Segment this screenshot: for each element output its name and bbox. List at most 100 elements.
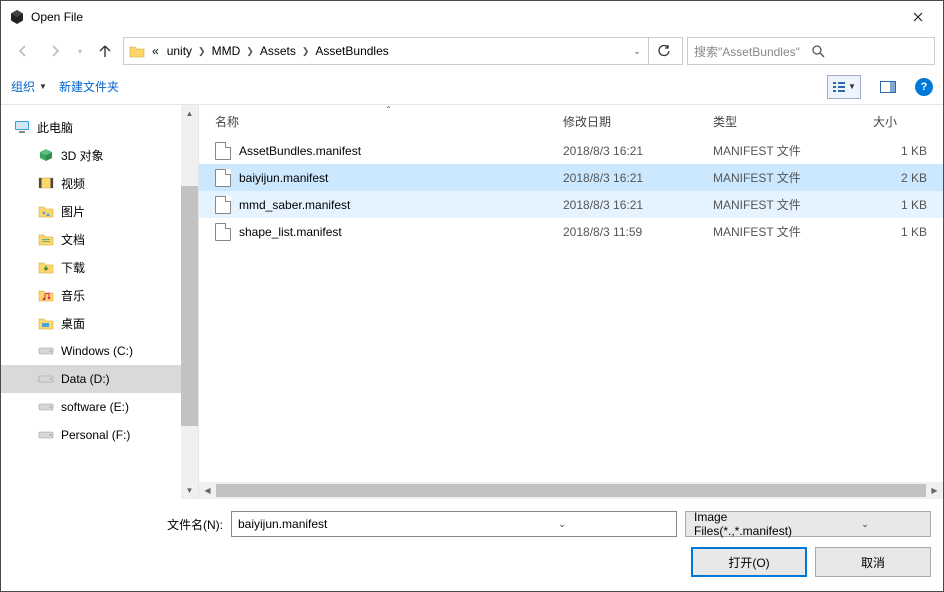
scroll-up[interactable]: ▲: [181, 105, 198, 122]
sidebar-item-label: 音乐: [61, 287, 85, 304]
scroll-right[interactable]: ▶: [926, 482, 943, 499]
folder-tree: 此电脑 3D 对象视频图片文档下载音乐桌面 Windows (C:) Data (D…: [1, 105, 181, 499]
downloads-icon: [37, 258, 55, 276]
scroll-left[interactable]: ◀: [199, 482, 216, 499]
sidebar-item-5[interactable]: 音乐: [1, 281, 181, 309]
chevron-right-icon: ❯: [196, 46, 208, 57]
file-icon: [215, 196, 231, 214]
path-dropdown[interactable]: ⌄: [628, 42, 646, 60]
close-button[interactable]: [895, 2, 941, 32]
pc-icon: [13, 118, 31, 136]
breadcrumb[interactable]: « unity ❯ MMD ❯ Assets ❯ AssetBundles ⌄: [123, 37, 683, 65]
up-button[interactable]: [91, 37, 119, 65]
toolbar: 组织▼ 新建文件夹 ▼ ?: [1, 69, 943, 105]
search-input[interactable]: 搜索"AssetBundles": [687, 37, 935, 65]
forward-button[interactable]: [41, 37, 69, 65]
hscroll-thumb[interactable]: [216, 484, 926, 497]
view-mode-button[interactable]: ▼: [827, 75, 861, 99]
recent-dropdown[interactable]: ▾: [73, 37, 87, 65]
file-size: 1 KB: [873, 144, 943, 158]
col-size[interactable]: 大小: [873, 105, 943, 137]
file-size: 2 KB: [873, 171, 943, 185]
file-date: 2018/8/3 16:21: [563, 198, 713, 212]
cancel-button[interactable]: 取消: [815, 547, 931, 577]
sidebar-item-6[interactable]: 桌面: [1, 309, 181, 337]
open-button[interactable]: 打开(O): [691, 547, 807, 577]
drive-icon: [37, 370, 55, 388]
drive-icon: [37, 398, 55, 416]
scroll-down[interactable]: ▼: [181, 482, 198, 499]
preview-icon: [880, 81, 896, 93]
file-type: MANIFEST 文件: [713, 169, 873, 186]
back-button[interactable]: [9, 37, 37, 65]
file-date: 2018/8/3 11:59: [563, 225, 713, 239]
file-row[interactable]: shape_list.manifest2018/8/3 11:59MANIFES…: [199, 218, 943, 245]
sidebar-scrollbar[interactable]: ▲ ▼: [181, 105, 198, 499]
file-row[interactable]: mmd_saber.manifest2018/8/3 16:21MANIFEST…: [199, 191, 943, 218]
file-hscrollbar[interactable]: ◀ ▶: [199, 482, 943, 499]
organize-button[interactable]: 组织▼: [11, 78, 47, 95]
sidebar-item-2[interactable]: 图片: [1, 197, 181, 225]
drive-icon: [37, 342, 55, 360]
filename-label: 文件名(N):: [13, 516, 223, 533]
file-icon: [215, 169, 231, 187]
file-name: baiyijun.manifest: [239, 171, 328, 185]
crumb-prefix[interactable]: «: [148, 38, 163, 64]
sidebar-item-label: 视频: [61, 175, 85, 192]
file-row[interactable]: AssetBundles.manifest2018/8/3 16:21MANIF…: [199, 137, 943, 164]
list-icon: [832, 81, 846, 93]
dialog-footer: 文件名(N): baiyijun.manifest ⌄ Image Files(…: [1, 499, 943, 591]
sidebar-item-8[interactable]: Data (D:): [1, 365, 181, 393]
window-title: Open File: [31, 10, 895, 24]
file-type-filter[interactable]: Image Files(*.,*.manifest) ⌄: [685, 511, 931, 537]
sidebar-item-10[interactable]: Personal (F:): [1, 421, 181, 449]
sidebar-this-pc[interactable]: 此电脑: [1, 113, 181, 141]
sidebar-item-9[interactable]: software (E:): [1, 393, 181, 421]
refresh-button[interactable]: [648, 37, 678, 65]
music-icon: [37, 286, 55, 304]
sidebar-item-7[interactable]: Windows (C:): [1, 337, 181, 365]
sidebar-item-0[interactable]: 3D 对象: [1, 141, 181, 169]
sidebar-item-label: software (E:): [61, 400, 129, 414]
col-name[interactable]: ⌃ 名称: [215, 105, 563, 137]
unity-icon: [9, 9, 25, 25]
sidebar-item-1[interactable]: 视频: [1, 169, 181, 197]
crumb-1[interactable]: MMD: [208, 38, 245, 64]
help-button[interactable]: ?: [915, 78, 933, 96]
sidebar-item-label: Personal (F:): [61, 428, 130, 442]
chevron-down-icon[interactable]: ⌄: [454, 519, 670, 530]
file-row[interactable]: baiyijun.manifest2018/8/3 16:21MANIFEST …: [199, 164, 943, 191]
chevron-down-icon: ⌄: [808, 519, 922, 530]
pictures-icon: [37, 202, 55, 220]
file-name: mmd_saber.manifest: [239, 198, 350, 212]
sidebar-item-label: 下载: [61, 259, 85, 276]
address-bar: ▾ « unity ❯ MMD ❯ Assets ❯ AssetBundles …: [1, 33, 943, 69]
filename-input[interactable]: baiyijun.manifest ⌄: [231, 511, 677, 537]
crumb-3[interactable]: AssetBundles: [311, 38, 392, 64]
crumb-0[interactable]: unity: [163, 38, 196, 64]
search-placeholder: 搜索"AssetBundles": [694, 43, 811, 60]
drive-icon: [37, 426, 55, 444]
sidebar: 此电脑 3D 对象视频图片文档下载音乐桌面 Windows (C:) Data (D…: [1, 105, 199, 499]
chevron-right-icon: ❯: [300, 46, 312, 57]
file-type: MANIFEST 文件: [713, 142, 873, 159]
sidebar-item-label: 文档: [61, 231, 85, 248]
file-icon: [215, 142, 231, 160]
sidebar-item-label: 图片: [61, 203, 85, 220]
sidebar-item-label: Windows (C:): [61, 344, 133, 358]
new-folder-button[interactable]: 新建文件夹: [59, 78, 119, 95]
crumb-2[interactable]: Assets: [256, 38, 300, 64]
col-date[interactable]: 修改日期: [563, 105, 713, 137]
preview-pane-button[interactable]: [871, 75, 905, 99]
scroll-thumb[interactable]: [181, 186, 198, 426]
chevron-right-icon: ❯: [244, 46, 256, 57]
file-list: ⌃ 名称 修改日期 类型 大小 AssetBundles.manifest201…: [199, 105, 943, 499]
col-type[interactable]: 类型: [713, 105, 873, 137]
sidebar-item-4[interactable]: 下载: [1, 253, 181, 281]
sidebar-item-3[interactable]: 文档: [1, 225, 181, 253]
file-name: AssetBundles.manifest: [239, 144, 361, 158]
sidebar-item-label: Data (D:): [61, 372, 110, 386]
file-size: 1 KB: [873, 225, 943, 239]
search-icon: [811, 44, 928, 58]
sidebar-item-label: 桌面: [61, 315, 85, 332]
